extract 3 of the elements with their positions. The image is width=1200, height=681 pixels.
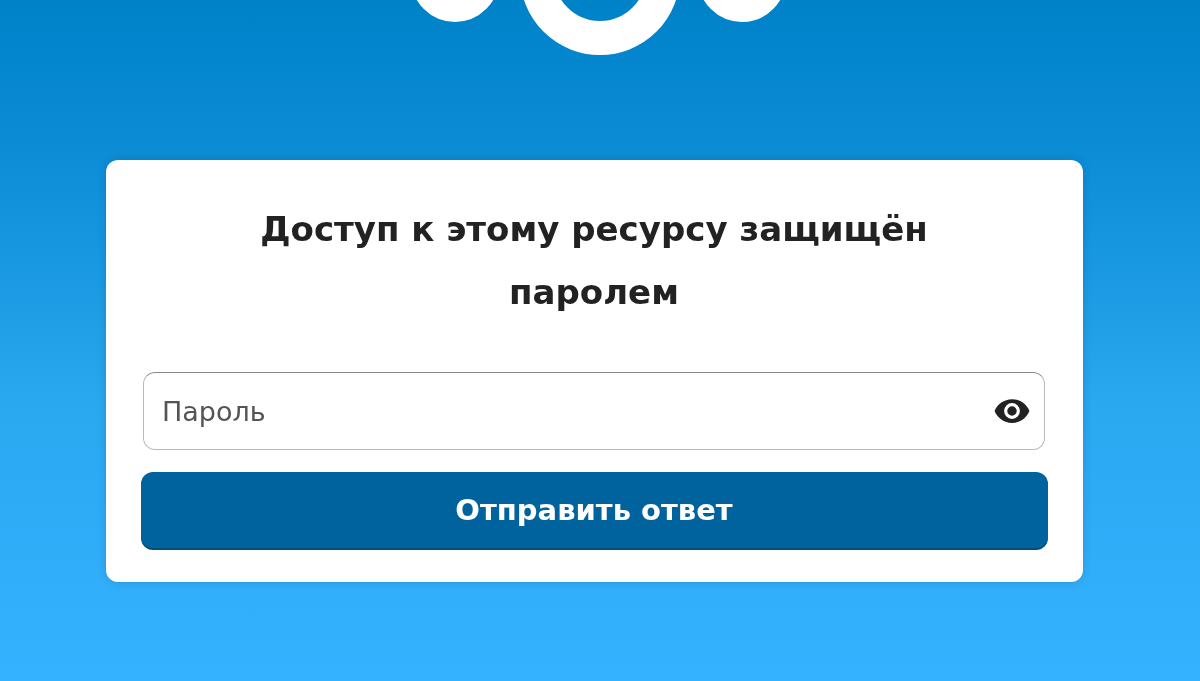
- password-field[interactable]: Пароль: [143, 372, 1045, 450]
- card-title: Доступ к этому ресурсу защищён паролем: [259, 208, 929, 314]
- submit-button[interactable]: Отправить ответ: [140, 472, 1048, 548]
